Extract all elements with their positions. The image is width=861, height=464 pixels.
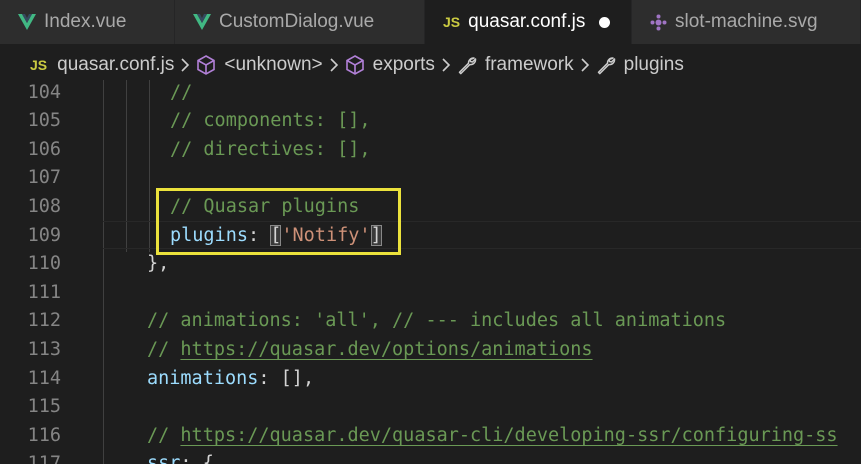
line-number: 108	[27, 195, 61, 217]
code-line[interactable]: 117 ssr: {	[0, 450, 861, 464]
code-token: ssr	[147, 453, 181, 464]
code-token: : {	[180, 453, 214, 464]
cube-icon	[196, 55, 216, 75]
line-number: 111	[27, 281, 61, 303]
line-number: 110	[27, 253, 61, 275]
wrench-icon	[596, 55, 616, 75]
line-number: 104	[27, 81, 61, 103]
tab-label: quasar.conf.js	[468, 11, 586, 32]
code-token: },	[147, 253, 170, 275]
line-number: 115	[27, 396, 61, 418]
code-line[interactable]: 111	[0, 279, 861, 308]
code-token: // animations: 'all', // --- includes al…	[147, 310, 727, 332]
breadcrumb-item-label: framework	[484, 54, 574, 75]
unsaved-dot-icon[interactable]	[599, 16, 611, 28]
chevron-right-icon	[441, 57, 451, 73]
code-line[interactable]: 107	[0, 164, 861, 193]
tab-label: Index.vue	[44, 11, 127, 32]
tab-label: slot-machine.svg	[675, 11, 818, 32]
code-line[interactable]: 114 animations: [],	[0, 365, 861, 394]
code-token: //	[170, 81, 193, 103]
code-line[interactable]: 109 plugins: ['Notify']	[0, 222, 861, 251]
line-number: 106	[27, 138, 61, 160]
code-text: //	[170, 80, 192, 107]
breadcrumb-file[interactable]: JS quasar.conf.js	[30, 54, 174, 76]
line-number: 117	[27, 453, 61, 464]
line-number: 112	[27, 310, 61, 332]
vue-icon	[18, 14, 36, 30]
code-token: : [],	[258, 367, 315, 389]
code-text: // components: [],	[170, 107, 370, 136]
code-line[interactable]: 112 // animations: 'all', // --- includes…	[0, 307, 861, 336]
line-number: 107	[27, 167, 61, 189]
code-line[interactable]: 115	[0, 393, 861, 422]
code-token: //	[147, 338, 181, 360]
line-number: 113	[27, 338, 61, 360]
code-line[interactable]: 110},	[0, 250, 861, 279]
code-token: animations	[147, 367, 259, 389]
cube-icon	[345, 55, 365, 75]
chevron-right-icon	[580, 57, 590, 73]
code-line[interactable]: 113 // https://quasar.dev/options/animati…	[0, 336, 861, 365]
svg-icon	[650, 14, 667, 31]
code-line[interactable]: 116 // https://quasar.dev/quasar-cli/deve…	[0, 422, 861, 451]
code-line[interactable]: 108// Quasar plugins	[0, 193, 861, 222]
breadcrumb-item-exports[interactable]: exports	[345, 54, 435, 76]
tab-slot-machine-svg[interactable]: slot-machine.svg	[632, 0, 861, 44]
breadcrumb-item-label: <unknown>	[224, 54, 323, 75]
code-editor[interactable]: 104 // 105 // components: [], 106 // directiv…	[0, 80, 861, 464]
tab-quasar-conf-js[interactable]: JS quasar.conf.js	[425, 0, 632, 44]
code-line[interactable]: 106 // directives: [],	[0, 136, 861, 165]
breadcrumb-item-label: exports	[372, 54, 435, 75]
code-text: ssr: {	[147, 450, 214, 464]
code-text: // https://quasar.dev/quasar-cli/develop…	[147, 422, 838, 451]
chevron-right-icon	[329, 57, 339, 73]
chevron-right-icon	[180, 57, 190, 73]
wrench-icon	[457, 55, 477, 75]
vue-icon	[193, 14, 211, 30]
line-number: 105	[27, 110, 61, 132]
code-text: animations: [],	[147, 365, 314, 394]
code-text: // animations: 'all', // --- includes al…	[147, 307, 726, 336]
breadcrumb-item-label: plugins	[623, 54, 684, 75]
code-text: // directives: [],	[170, 136, 370, 165]
editor-tab-bar: Index.vue CustomDialog.vue JS quasar.con…	[0, 0, 861, 44]
tab-label: CustomDialog.vue	[219, 11, 375, 32]
tab-customdialog-vue[interactable]: CustomDialog.vue	[175, 0, 425, 44]
line-number: 116	[27, 424, 61, 446]
line-number: 109	[27, 224, 61, 246]
code-text: // https://quasar.dev/options/animations	[147, 336, 593, 365]
line-number: 114	[27, 367, 61, 389]
tab-index-vue[interactable]: Index.vue	[0, 0, 175, 44]
breadcrumb-item-unknown[interactable]: <unknown>	[196, 54, 323, 76]
js-icon: JS	[30, 57, 48, 73]
code-token: //	[147, 424, 181, 446]
code-link[interactable]: https://quasar.dev/quasar-cli/developing…	[180, 425, 837, 446]
js-icon: JS	[443, 14, 461, 30]
code-link[interactable]: https://quasar.dev/options/animations	[180, 339, 592, 360]
code-line[interactable]: 104 //	[0, 80, 861, 107]
breadcrumb-item-framework[interactable]: framework	[457, 54, 574, 76]
code-line[interactable]: 105 // components: [],	[0, 107, 861, 136]
annotation-highlight-box	[156, 188, 401, 255]
code-token: // directives: [],	[170, 138, 371, 160]
breadcrumb-item-plugins[interactable]: plugins	[596, 54, 684, 76]
code-token: // components: [],	[170, 110, 371, 132]
breadcrumb-file-label: quasar.conf.js	[57, 54, 175, 75]
